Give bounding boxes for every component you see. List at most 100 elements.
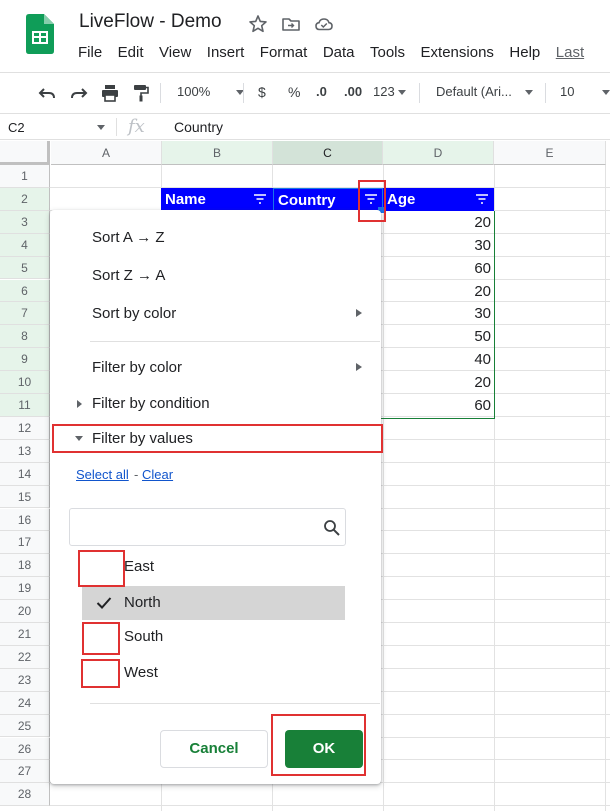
row-header-25[interactable]: 25	[0, 714, 50, 738]
age-cell[interactable]: 60	[383, 394, 494, 417]
move-folder-icon[interactable]	[281, 14, 301, 34]
row-header-20[interactable]: 20	[0, 600, 50, 623]
age-cell[interactable]: 30	[383, 302, 494, 325]
select-all-link[interactable]: Select all	[76, 467, 129, 482]
value-option-east[interactable]: East	[82, 550, 345, 584]
row-header-19[interactable]: 19	[0, 577, 50, 601]
row-header-15[interactable]: 15	[0, 485, 50, 509]
menu-extensions[interactable]: Extensions	[421, 44, 494, 64]
row-header-6[interactable]: 6	[0, 279, 50, 303]
row-header-7[interactable]: 7	[0, 302, 50, 326]
undo-icon[interactable]	[37, 83, 57, 103]
menu-format[interactable]: Format	[260, 44, 308, 64]
menu-help[interactable]: Help	[509, 44, 540, 64]
row-header-21[interactable]: 21	[0, 623, 50, 646]
row-header-8[interactable]: 8	[0, 325, 50, 349]
value-search-field[interactable]	[76, 515, 306, 539]
value-option-south[interactable]: South	[82, 620, 345, 654]
filter-by-condition-item[interactable]: Filter by condition	[92, 395, 210, 412]
row-header-11[interactable]: 11	[0, 394, 50, 417]
row-header-26[interactable]: 26	[0, 737, 50, 761]
expand-arrow-icon[interactable]	[77, 400, 82, 408]
row-header-3[interactable]: 3	[0, 210, 50, 234]
row-header-22[interactable]: 22	[0, 645, 50, 669]
collapse-arrow-icon[interactable]	[75, 436, 83, 441]
font-family-select[interactable]: Default (Ari...	[436, 84, 534, 99]
percent-format-button[interactable]: %	[288, 84, 300, 100]
sort-z-a-item[interactable]: Sort Z → A	[92, 267, 165, 284]
chevron-down-icon[interactable]	[97, 125, 105, 130]
age-cell[interactable]: 20	[383, 280, 494, 303]
paint-format-icon[interactable]	[131, 83, 151, 103]
decrease-decimal-button[interactable]: .0	[316, 84, 327, 99]
sort-a-z-item[interactable]: Sort A → Z	[92, 229, 165, 246]
age-cell[interactable]: 20	[383, 371, 494, 394]
more-formats-select[interactable]: 123	[373, 84, 407, 99]
ok-button[interactable]: OK	[285, 730, 363, 768]
value-search-input[interactable]	[69, 508, 346, 546]
age-cell[interactable]: 30	[383, 234, 494, 257]
filter-icon[interactable]	[474, 193, 490, 205]
menu-view[interactable]: View	[159, 44, 191, 64]
row-header-28[interactable]: 28	[0, 783, 50, 807]
row-header-9[interactable]: 9	[0, 348, 50, 372]
column-header-b[interactable]: B	[162, 141, 273, 165]
name-box[interactable]: C2	[8, 120, 25, 135]
row-header-24[interactable]: 24	[0, 691, 50, 715]
age-cell[interactable]: 60	[383, 257, 494, 280]
formula-input[interactable]: Country	[174, 119, 223, 135]
column-header-d[interactable]: D	[383, 141, 494, 165]
sheets-logo-icon[interactable]	[24, 14, 54, 54]
age-cell[interactable]: 50	[383, 325, 494, 348]
document-title[interactable]: LiveFlow - Demo	[79, 11, 222, 33]
star-icon[interactable]	[248, 14, 268, 34]
column-header-a[interactable]: A	[51, 141, 162, 165]
row-header-14[interactable]: 14	[0, 462, 50, 486]
menu-edit[interactable]: Edit	[118, 44, 144, 64]
filter-by-color-item[interactable]: Filter by color	[92, 359, 182, 376]
cancel-button[interactable]: Cancel	[160, 730, 268, 768]
row-header-13[interactable]: 13	[0, 439, 50, 463]
currency-format-button[interactable]: $	[258, 84, 266, 100]
row-header-18[interactable]: 18	[0, 554, 50, 578]
more-formats-label: 123	[373, 84, 395, 99]
increase-decimal-button[interactable]: .00	[344, 84, 362, 99]
sort-by-color-item[interactable]: Sort by color	[92, 305, 176, 322]
value-option-north[interactable]: North	[82, 586, 345, 620]
print-icon[interactable]	[100, 83, 120, 103]
zoom-select[interactable]: 100%	[177, 84, 244, 99]
column-header-e[interactable]: E	[494, 141, 606, 165]
menu-separator	[90, 703, 380, 704]
select-all-corner[interactable]	[0, 141, 50, 165]
font-size-select[interactable]: 10	[560, 84, 610, 99]
link-separator: -	[134, 467, 139, 482]
age-cell[interactable]: 20	[383, 211, 494, 234]
toolbar-separator	[160, 83, 161, 103]
row-header-4[interactable]: 4	[0, 233, 50, 257]
redo-icon[interactable]	[69, 83, 89, 103]
menu-tools[interactable]: Tools	[370, 44, 405, 64]
age-cell[interactable]: 40	[383, 348, 494, 371]
menu-data[interactable]: Data	[323, 44, 355, 64]
search-icon[interactable]	[323, 519, 341, 537]
menu-file[interactable]: File	[78, 44, 102, 64]
row-header-27[interactable]: 27	[0, 760, 50, 784]
menu-insert[interactable]: Insert	[207, 44, 245, 64]
last-edit-link[interactable]: Last	[556, 44, 584, 64]
cloud-saved-icon[interactable]	[314, 14, 334, 34]
row-header-23[interactable]: 23	[0, 668, 50, 692]
row-header-12[interactable]: 12	[0, 416, 50, 440]
row-header-10[interactable]: 10	[0, 371, 50, 394]
column-header-c[interactable]: C	[273, 141, 383, 165]
filter-by-values-item[interactable]: Filter by values	[92, 430, 193, 447]
clear-link[interactable]: Clear	[142, 467, 173, 482]
row-header-2[interactable]: 2	[0, 187, 50, 211]
value-option-west[interactable]: West	[82, 656, 345, 690]
row-header-16[interactable]: 16	[0, 508, 50, 532]
row-header-5[interactable]: 5	[0, 256, 50, 280]
row-header-17[interactable]: 17	[0, 531, 50, 555]
filter-active-icon[interactable]	[363, 193, 379, 205]
zoom-value: 100%	[177, 84, 211, 99]
row-header-1[interactable]: 1	[0, 165, 50, 188]
filter-icon[interactable]	[252, 193, 268, 205]
